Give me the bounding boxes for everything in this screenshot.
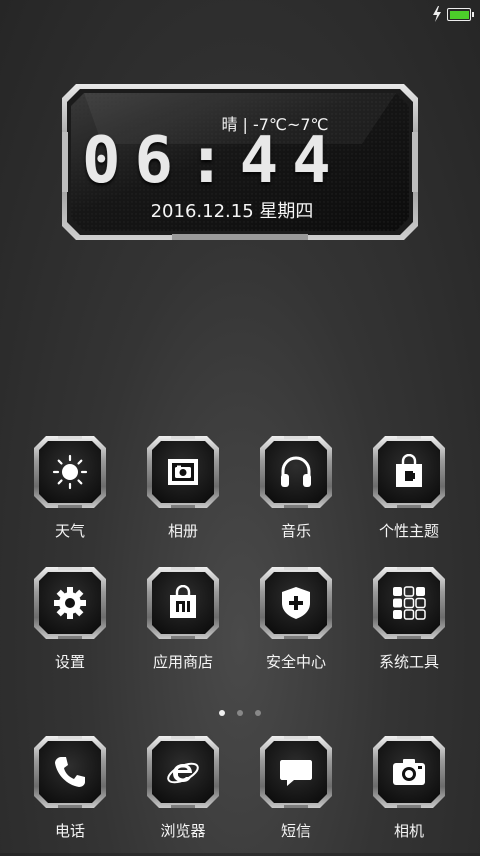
app-music[interactable]: 音乐 <box>246 436 346 556</box>
page-dot[interactable] <box>219 710 225 716</box>
dock-phone[interactable]: 电话 <box>20 736 120 856</box>
camera-icon <box>393 759 425 785</box>
app-label: 天气 <box>54 522 85 540</box>
status-bar <box>0 0 480 28</box>
app-themes[interactable]: 个性主题 <box>359 436 459 556</box>
app-label: 系统工具 <box>378 653 439 671</box>
app-settings[interactable]: 设置 <box>20 567 120 687</box>
app-label: 应用商店 <box>152 653 213 671</box>
headphones-icon <box>281 456 311 487</box>
page-dot[interactable] <box>237 710 243 716</box>
lightning-icon <box>433 6 441 22</box>
page-indicator[interactable] <box>0 701 480 716</box>
clock-date: 2016.12.15 星期四 <box>150 201 314 222</box>
app-weather[interactable]: 天气 <box>20 436 120 556</box>
app-security[interactable]: 安全中心 <box>246 567 346 687</box>
dock-browser[interactable]: 浏览器 <box>133 736 233 856</box>
shield-icon <box>282 587 310 619</box>
app-gallery[interactable]: 相册 <box>133 436 233 556</box>
clock-widget[interactable]: 晴 | -7℃~7℃ 06:44 2016.12.15 星期四 <box>62 84 418 240</box>
app-label: 电话 <box>54 822 85 840</box>
dock-messages[interactable]: 短信 <box>246 736 346 856</box>
sun-icon <box>52 454 88 490</box>
battery-icon <box>447 8 474 21</box>
theme-bag-icon <box>396 454 422 487</box>
app-label: 安全中心 <box>265 653 326 671</box>
tools-folder-icon <box>393 586 426 620</box>
clock-time: 06:44 <box>82 124 345 198</box>
app-label: 相册 <box>167 522 198 540</box>
mi-store-icon <box>170 585 196 618</box>
app-label: 个性主题 <box>378 522 439 540</box>
app-system-tools[interactable]: 系统工具 <box>359 567 459 687</box>
app-label: 短信 <box>280 822 311 840</box>
app-label: 浏览器 <box>160 822 206 840</box>
app-label: 相机 <box>393 822 424 840</box>
app-label: 设置 <box>54 653 85 671</box>
phone-icon <box>55 757 85 787</box>
dock-camera[interactable]: 相机 <box>359 736 459 856</box>
app-store[interactable]: 应用商店 <box>133 567 233 687</box>
message-icon <box>280 760 312 786</box>
page-dot[interactable] <box>255 710 261 716</box>
photo-icon <box>168 459 198 485</box>
gear-icon <box>54 587 86 619</box>
browser-icon <box>167 762 199 784</box>
app-label: 音乐 <box>280 522 311 540</box>
